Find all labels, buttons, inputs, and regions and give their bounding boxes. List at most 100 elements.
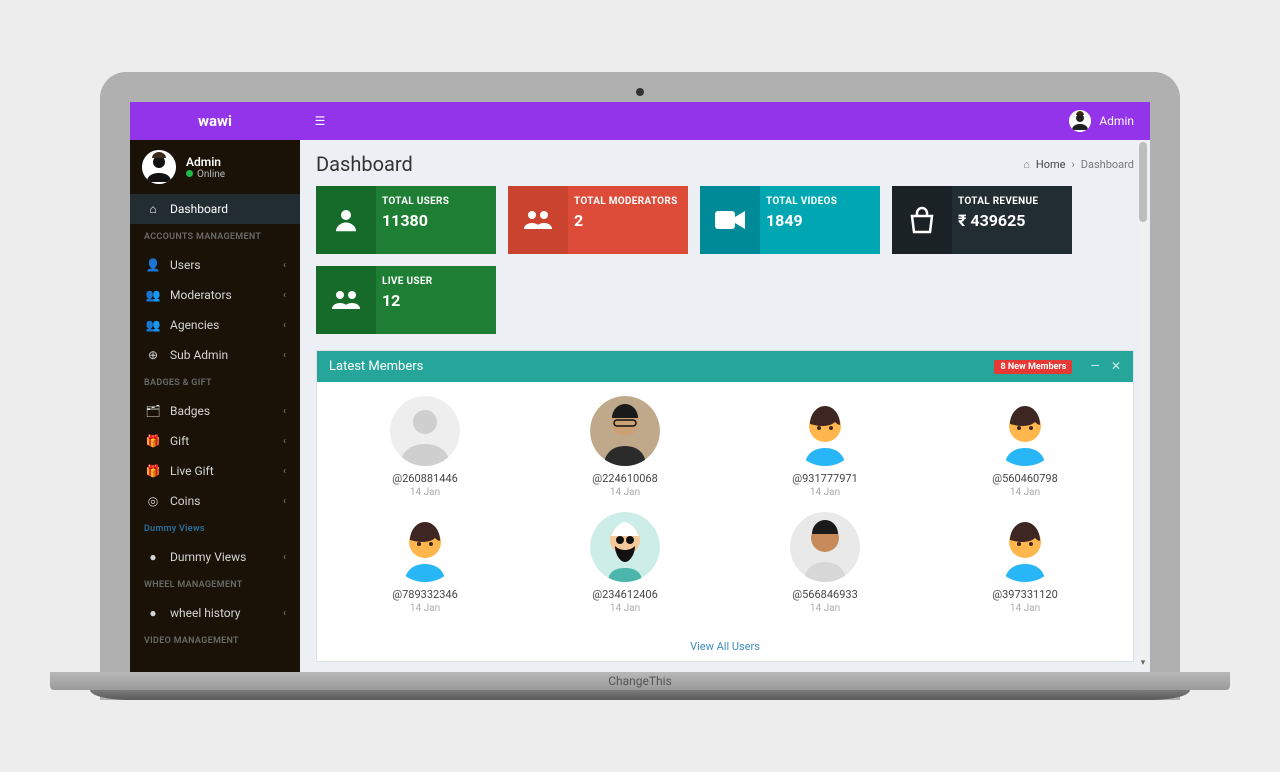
sidebar-item-users[interactable]: 👤Users‹ [130, 250, 300, 280]
chevron-left-icon: ‹ [283, 350, 286, 361]
chevron-left-icon: ‹ [283, 608, 286, 619]
chevron-left-icon: ‹ [283, 496, 286, 507]
member-avatar [390, 396, 460, 466]
member-card[interactable]: @260881446 14 Jan [325, 396, 525, 498]
member-date: 14 Jan [725, 603, 925, 614]
member-handle: @789332346 [325, 588, 525, 601]
collapse-icon[interactable]: — [1090, 359, 1099, 373]
gift-icon: 🎁 [144, 464, 162, 478]
menu-toggle-button[interactable]: ☰ [300, 114, 340, 128]
page-title: Dashboard [316, 152, 413, 176]
sidebar-user-name: Admin [186, 155, 225, 169]
laptop-base [90, 690, 1190, 700]
sidebar-section-video: VIDEO MANAGEMENT [130, 628, 300, 654]
latest-members-panel: Latest Members 8 New Members — ✕ @260881… [316, 350, 1134, 662]
member-card[interactable]: @224610068 14 Jan [525, 396, 725, 498]
scroll-down-icon: ▾ [1138, 658, 1148, 668]
sidebar: Admin Online ⌂ Dashboard ACCOUNTS MANAGE… [130, 140, 300, 672]
sidebar-item-subadmin[interactable]: ⊕Sub Admin‹ [130, 340, 300, 370]
user-icon: 👤 [144, 258, 162, 272]
hamburger-icon: ☰ [315, 114, 326, 128]
member-avatar [990, 396, 1060, 466]
breadcrumb-current: Dashboard [1081, 158, 1134, 171]
stat-total-users[interactable]: TOTAL USERS11380 [316, 186, 496, 254]
member-handle: @260881446 [325, 472, 525, 485]
users-icon [522, 205, 554, 235]
sidebar-section-accounts: ACCOUNTS MANAGEMENT [130, 224, 300, 250]
stat-cards: TOTAL USERS11380 TOTAL MODERATORS2 TOTAL… [316, 186, 1134, 334]
member-card[interactable]: @23461240614 Jan [525, 512, 725, 614]
member-avatar [790, 512, 860, 582]
users-icon: 👥 [144, 318, 162, 332]
member-date: 14 Jan [725, 487, 925, 498]
users-icon [330, 285, 362, 315]
member-card[interactable]: @397331120 14 Jan [925, 512, 1125, 614]
users-icon: 👥 [144, 288, 162, 302]
member-date: 14 Jan [925, 487, 1125, 498]
member-card[interactable]: @566846933 14 Jan [725, 512, 925, 614]
sidebar-user-panel: Admin Online [130, 140, 300, 194]
bag-icon [908, 206, 936, 234]
member-avatar [390, 512, 460, 582]
chevron-left-icon: ‹ [283, 406, 286, 417]
member-avatar [590, 512, 660, 582]
member-card[interactable]: @931777971 14 Jan [725, 396, 925, 498]
member-date: 14 Jan [325, 487, 525, 498]
close-icon[interactable]: ✕ [1111, 359, 1121, 373]
chevron-left-icon: ‹ [283, 320, 286, 331]
sidebar-item-wheelhistory[interactable]: ●wheel history‹ [130, 598, 300, 628]
sidebar-item-coins[interactable]: ◎Coins‹ [130, 486, 300, 516]
user-icon [331, 205, 361, 235]
member-card[interactable]: @789332346 14 Jan [325, 512, 525, 614]
panel-header: Latest Members 8 New Members — ✕ [317, 351, 1133, 382]
dot-icon: ● [144, 550, 162, 564]
chevron-left-icon: ‹ [283, 466, 286, 477]
laptop-frame: wawi ☰ Admin [100, 72, 1180, 700]
chevron-left-icon: ‹ [283, 260, 286, 271]
stat-total-videos[interactable]: TOTAL VIDEOS1849 [700, 186, 880, 254]
app-screen: wawi ☰ Admin [130, 102, 1150, 672]
sidebar-item-dashboard[interactable]: ⌂ Dashboard [130, 194, 300, 224]
member-handle: @566846933 [725, 588, 925, 601]
topbar: wawi ☰ Admin [130, 102, 1150, 140]
stat-total-revenue[interactable]: TOTAL REVENUE₹ 439625 [892, 186, 1072, 254]
dashboard-icon: ⌂ [144, 202, 162, 216]
chevron-left-icon: ‹ [283, 436, 286, 447]
member-date: 14 Jan [325, 603, 525, 614]
dot-icon: ● [144, 606, 162, 620]
breadcrumb-home[interactable]: Home [1036, 158, 1066, 171]
topbar-user-name: Admin [1099, 114, 1134, 128]
avatar-icon [1069, 110, 1091, 132]
chevron-left-icon: ‹ [283, 290, 286, 301]
view-all-users-link[interactable]: View All Users [690, 640, 760, 653]
member-handle: @931777971 [725, 472, 925, 485]
scrollbar[interactable]: ▾ [1138, 142, 1148, 670]
member-handle: @234612406 [525, 588, 725, 601]
sidebar-section-wheel: WHEEL MANAGEMENT [130, 572, 300, 598]
member-handle: @224610068 [525, 472, 725, 485]
member-date: 14 Jan [525, 487, 725, 498]
sidebar-item-dummyviews[interactable]: ●Dummy Views‹ [130, 542, 300, 572]
laptop-base-label: ChangeThis [50, 672, 1230, 690]
member-handle: @397331120 [925, 588, 1125, 601]
main-content: Dashboard ⌂ Home › Dashboard TOTAL USERS… [300, 140, 1150, 672]
topbar-user-menu[interactable]: Admin [1069, 110, 1150, 132]
stat-live-user[interactable]: LIVE USER12 [316, 266, 496, 334]
sidebar-item-moderators[interactable]: 👥Moderators‹ [130, 280, 300, 310]
sidebar-item-agencies[interactable]: 👥Agencies‹ [130, 310, 300, 340]
stat-total-moderators[interactable]: TOTAL MODERATORS2 [508, 186, 688, 254]
new-members-badge: 8 New Members [994, 360, 1072, 374]
sidebar-item-gift[interactable]: 🎁Gift‹ [130, 426, 300, 456]
member-date: 14 Jan [925, 603, 1125, 614]
avatar-icon [142, 150, 176, 184]
sidebar-user-status: Online [186, 169, 225, 180]
globe-icon: ⊕ [144, 348, 162, 362]
gift-icon: 🎁 [144, 434, 162, 448]
member-card[interactable]: @56046079814 Jan [925, 396, 1125, 498]
sidebar-item-livegift[interactable]: 🎁Live Gift‹ [130, 456, 300, 486]
sidebar-item-badges[interactable]: 🗂Badges‹ [130, 396, 300, 426]
brand-logo[interactable]: wawi [130, 112, 300, 130]
badge-icon: 🗂 [144, 404, 162, 418]
video-icon [715, 209, 745, 231]
member-avatar [990, 512, 1060, 582]
